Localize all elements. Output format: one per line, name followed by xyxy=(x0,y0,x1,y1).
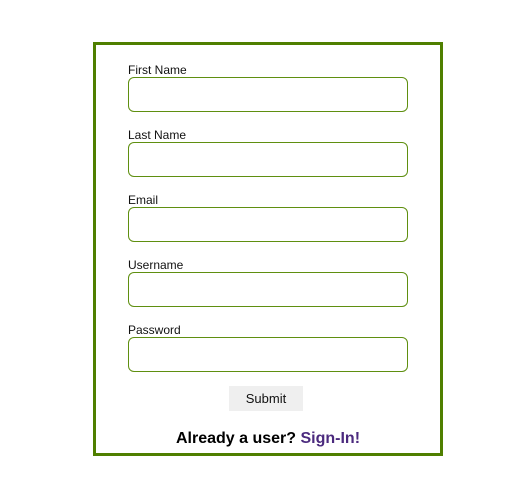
signin-prompt-text: Already a user? xyxy=(175,430,297,447)
password-label: Password xyxy=(128,323,181,337)
registration-form: First Name Last Name Email Username Pass… xyxy=(93,42,443,456)
registration-page: First Name Last Name Email Username Pass… xyxy=(0,0,520,490)
username-label: Username xyxy=(128,258,184,272)
last-name-label: Last Name xyxy=(128,128,187,142)
email-label: Email xyxy=(128,193,159,207)
first-name-field-group: First Name xyxy=(128,63,408,112)
signin-link[interactable]: Sign-In! xyxy=(300,430,360,447)
email-input[interactable] xyxy=(128,207,408,242)
submit-button[interactable]: Submit xyxy=(229,386,303,411)
last-name-field-group: Last Name xyxy=(128,128,408,177)
password-input[interactable] xyxy=(128,337,408,372)
first-name-input[interactable] xyxy=(128,77,408,112)
password-field-group: Password xyxy=(128,323,408,372)
email-field-group: Email xyxy=(128,193,408,242)
username-input[interactable] xyxy=(128,272,408,307)
last-name-input[interactable] xyxy=(128,142,408,177)
username-field-group: Username xyxy=(128,258,408,307)
first-name-label: First Name xyxy=(128,63,187,77)
signin-prompt-line: Already a user? Sign-In! xyxy=(96,429,440,449)
